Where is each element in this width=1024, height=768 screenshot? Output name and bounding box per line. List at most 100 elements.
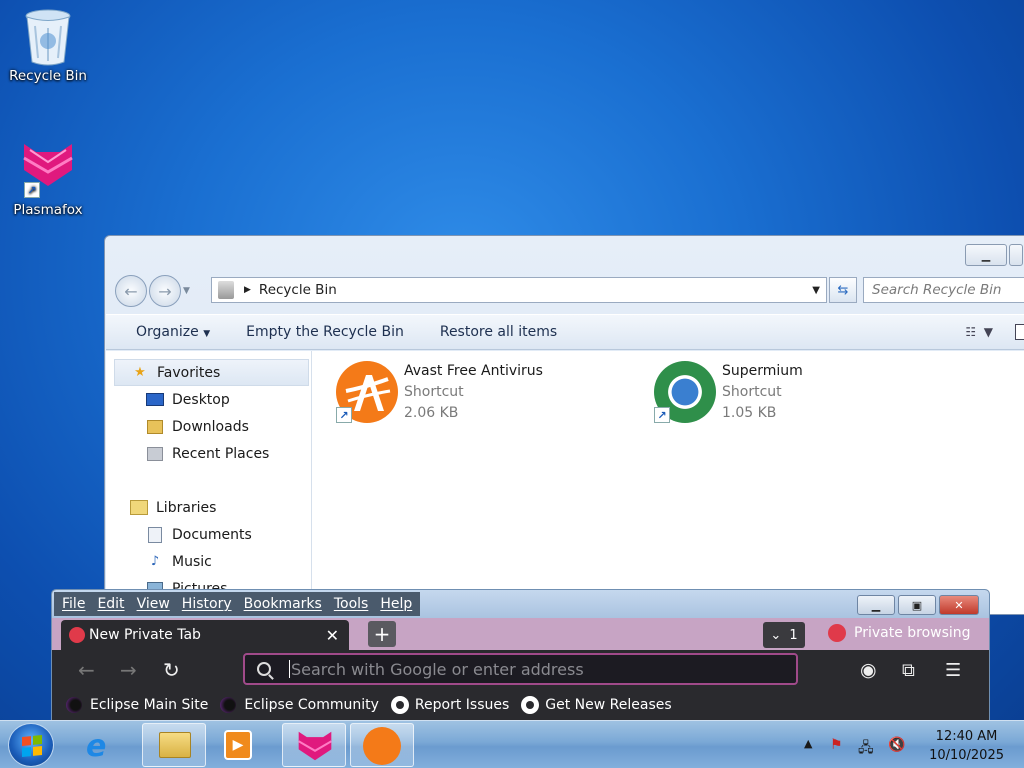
chevron-down-icon: ▼ — [203, 329, 211, 339]
desktop-icon-plasmafox[interactable]: ↗ Plasmafox — [0, 140, 96, 218]
reload-icon[interactable]: ↻ — [163, 658, 180, 682]
downloads-folder-icon — [146, 419, 164, 435]
organize-button[interactable]: Organize ▼ — [136, 324, 210, 340]
back-arrow-icon[interactable]: ← — [78, 658, 95, 682]
clock-time: 12:40 AM — [935, 729, 998, 744]
star-icon: ★ — [134, 365, 146, 380]
explorer-window-controls: ▁ — [963, 244, 1023, 266]
bookmark-eclipse-community[interactable]: Eclipse Community — [220, 697, 379, 713]
bookmark-label: Get New Releases — [545, 697, 672, 713]
taskbar: e ▶ ▲ ⚑ 🖧 🔇 12:40 AM 10/10/2025 — [0, 720, 1024, 768]
network-icon[interactable]: 🖧 — [858, 737, 876, 756]
nav-libraries[interactable]: Libraries — [106, 494, 311, 521]
clock-date: 10/10/2025 — [929, 748, 1004, 763]
tab-title: New Private Tab — [89, 627, 201, 643]
volume-muted-icon[interactable]: 🔇 — [888, 737, 906, 753]
taskbar-plasmafox[interactable] — [282, 723, 346, 767]
new-tab-button[interactable]: + — [368, 621, 396, 647]
taskbar-avast[interactable] — [350, 723, 414, 767]
minimize-button[interactable]: ▁ — [965, 244, 1007, 266]
show-hidden-icons-icon[interactable]: ▲ — [804, 737, 822, 753]
menu-bar: File Edit View History Bookmarks Tools H… — [54, 592, 421, 616]
music-icon: ♪ — [150, 554, 160, 569]
shortcut-arrow-icon: ↗ — [654, 407, 670, 423]
menu-bookmarks[interactable]: Bookmarks — [244, 596, 322, 612]
url-placeholder: Search with Google or enter address — [291, 659, 584, 679]
nav-desktop[interactable]: Desktop — [106, 386, 311, 413]
taskbar-explorer[interactable] — [142, 723, 206, 767]
windows-logo-icon — [22, 734, 42, 758]
organize-label: Organize — [136, 324, 199, 340]
forward-arrow-icon[interactable]: → — [120, 658, 137, 682]
bookmarks-bar: Eclipse Main Site Eclipse Community Repo… — [52, 690, 989, 720]
nav-label: Downloads — [172, 418, 249, 435]
clock[interactable]: 12:40 AM 10/10/2025 — [929, 727, 1004, 765]
url-bar[interactable]: Search with Google or enter address — [243, 653, 798, 685]
file-item-supermium[interactable]: ↗ Supermium Shortcut 1.05 KB — [654, 361, 803, 424]
address-bar[interactable]: ▶ Recycle Bin ▼ — [211, 277, 827, 303]
browser-window: File Edit View History Bookmarks Tools H… — [51, 589, 990, 724]
private-browsing-indicator: Private browsing — [828, 624, 971, 642]
menu-help[interactable]: Help — [380, 596, 412, 612]
account-icon[interactable]: ◉ — [860, 659, 877, 681]
forward-button[interactable]: → — [149, 275, 181, 307]
media-player-icon: ▶ — [224, 730, 252, 760]
menu-file[interactable]: File — [62, 596, 85, 612]
change-view-button[interactable]: ☷ ▼ — [965, 325, 993, 339]
start-button[interactable] — [8, 723, 54, 767]
maximize-button[interactable]: ▣ — [898, 595, 936, 615]
desktop-icon-recycle-bin[interactable]: Recycle Bin — [0, 6, 96, 84]
menu-view[interactable]: View — [137, 596, 170, 612]
bookmark-eclipse-main-site[interactable]: Eclipse Main Site — [66, 697, 208, 713]
plasmafox-icon — [298, 731, 332, 761]
file-size: 1.05 KB — [722, 405, 777, 421]
bookmark-report-issues[interactable]: Report Issues — [390, 696, 509, 714]
nav-documents[interactable]: Documents — [106, 521, 311, 548]
menu-tools[interactable]: Tools — [334, 596, 369, 612]
nav-favorites[interactable]: ★ Favorites — [114, 359, 309, 386]
bookmark-get-new-releases[interactable]: Get New Releases — [521, 696, 672, 714]
file-details: Avast Free Antivirus Shortcut 2.06 KB — [404, 361, 543, 424]
explorer-nav-row: ← → ▼ ▶ Recycle Bin ▼ ⇆ Search Recycle B… — [115, 275, 1024, 307]
search-input[interactable]: Search Recycle Bin — [863, 277, 1024, 303]
nav-music[interactable]: ♪ Music — [106, 548, 311, 575]
close-tab-icon[interactable]: ✕ — [326, 626, 339, 645]
recent-pages-dropdown-icon[interactable]: ▼ — [183, 286, 190, 296]
breadcrumb[interactable]: Recycle Bin — [259, 282, 337, 298]
address-dropdown-icon[interactable]: ▼ — [812, 285, 820, 296]
desktop: { "desktop": { "icons": [ {"label": "Rec… — [0, 0, 1024, 768]
taskbar-internet-explorer[interactable]: e — [70, 723, 134, 767]
maximize-button[interactable] — [1009, 244, 1023, 266]
desktop-icon-label: Plasmafox — [13, 202, 83, 218]
chevron-down-icon: ⌄ — [770, 627, 782, 643]
action-center-icon[interactable]: ⚑ — [830, 737, 848, 753]
minimize-button[interactable]: ▁ — [857, 595, 895, 615]
menu-history[interactable]: History — [182, 596, 232, 612]
eclipse-icon — [220, 697, 237, 713]
file-item-avast[interactable]: ↗ Avast Free Antivirus Shortcut 2.06 KB — [336, 361, 543, 424]
extensions-icon[interactable]: ⧉ — [902, 660, 915, 681]
restore-all-items-button[interactable]: Restore all items — [440, 324, 557, 340]
tab-list-button[interactable]: ⌄ 1 — [763, 622, 805, 648]
nav-recent-places[interactable]: Recent Places — [106, 440, 311, 467]
plasmafox-icon: ↗ — [20, 140, 76, 200]
back-button[interactable]: ← — [115, 275, 147, 307]
tab-new-private[interactable]: New Private Tab ✕ — [61, 620, 349, 650]
explorer-window: ▁ ← → ▼ ▶ Recycle Bin ▼ ⇆ Search Recycle… — [104, 235, 1024, 615]
folder-icon — [159, 732, 191, 758]
browser-title-bar: File Edit View History Bookmarks Tools H… — [52, 590, 989, 618]
taskbar-media-player[interactable]: ▶ — [206, 723, 270, 767]
nav-downloads[interactable]: Downloads — [106, 413, 311, 440]
close-button[interactable]: ✕ — [939, 595, 979, 615]
file-name: Avast Free Antivirus — [404, 363, 543, 379]
refresh-button[interactable]: ⇆ — [829, 277, 857, 303]
breadcrumb-arrow-icon[interactable]: ▶ — [244, 285, 251, 295]
menu-edit[interactable]: Edit — [97, 596, 124, 612]
supermium-icon: ↗ — [654, 361, 716, 423]
empty-recycle-bin-button[interactable]: Empty the Recycle Bin — [246, 324, 404, 340]
text-caret — [289, 660, 290, 678]
desktop-folder-icon — [146, 392, 164, 408]
preview-pane-button[interactable] — [1015, 324, 1024, 340]
hamburger-menu-icon[interactable]: ☰ — [945, 660, 961, 681]
file-details: Supermium Shortcut 1.05 KB — [722, 361, 803, 424]
